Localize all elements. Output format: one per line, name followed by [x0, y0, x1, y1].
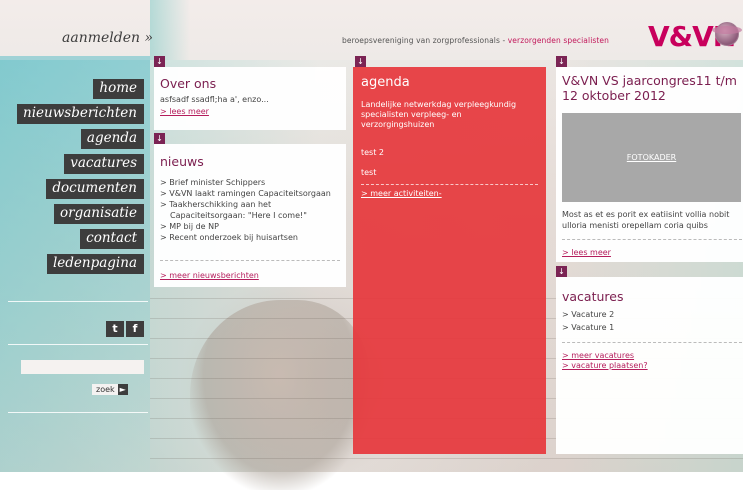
- sidebar-divider: [8, 412, 148, 413]
- congres-body-line: ulloria menisti orepellam coria quibs: [562, 221, 708, 230]
- list-item[interactable]: > MP bij de NP: [160, 221, 344, 232]
- header-accent: [150, 0, 190, 60]
- over-ons-title: Over ons: [160, 76, 217, 91]
- tagline-accent: verzorgenden specialisten: [507, 36, 609, 45]
- agenda-item-line: Landelijke netwerkdag verpleegkundig: [361, 100, 517, 109]
- agenda-item[interactable]: Landelijke netwerkdag verpleegkundig spe…: [361, 100, 536, 130]
- agenda-item-line: specialisten verpleeg- en: [361, 110, 462, 119]
- divider: [562, 239, 742, 240]
- congres-title: V&VN VS jaarcongres11 t/m 12 oktober 201…: [562, 73, 742, 103]
- tagline: beroepsvereniging van zorgprofessionals …: [342, 36, 609, 45]
- twitter-icon[interactable]: t: [106, 321, 124, 337]
- nav-ledenpagina[interactable]: ledenpagina: [46, 254, 144, 274]
- logo-globe-icon: [712, 22, 742, 46]
- agenda-panel: agenda Landelijke netwerkdag verpleegkun…: [353, 67, 546, 454]
- search-button[interactable]: zoek ►: [92, 384, 128, 395]
- nav-agenda[interactable]: agenda: [80, 129, 144, 149]
- more-news-link[interactable]: > meer nieuwsberichten: [160, 271, 259, 280]
- nav-nieuwsberichten[interactable]: nieuwsberichten: [17, 104, 144, 124]
- sidebar-divider: [8, 301, 148, 302]
- nieuws-panel: nieuws > Brief minister Schippers > V&VN…: [154, 144, 346, 287]
- congres-body: Most as et es porit ex eatiisint vollia …: [562, 209, 742, 231]
- divider: [562, 342, 742, 343]
- congres-body-line: Most as et es porit ex eatiisint vollia …: [562, 210, 730, 219]
- nav-organisatie[interactable]: organisatie: [54, 204, 144, 224]
- over-ons-panel: Over ons asfsadf ssadfl;ha a', enzo... >…: [154, 67, 346, 130]
- search-button-label: zoek: [96, 385, 115, 394]
- list-item[interactable]: > V&VN laakt ramingen Capaciteitsorgaan: [160, 188, 344, 199]
- congres-read-more-link[interactable]: > lees meer: [562, 248, 611, 257]
- arrow-down-icon: ↓: [556, 56, 567, 67]
- list-item[interactable]: > Brief minister Schippers: [160, 177, 344, 188]
- header-bar: aanmelden » beroepsvereniging van zorgpr…: [0, 0, 743, 60]
- vacatures-title: vacatures: [562, 289, 624, 304]
- arrow-down-icon: ↓: [154, 56, 165, 67]
- list-item[interactable]: > Vacature 1: [562, 321, 614, 334]
- list-item[interactable]: > Vacature 2: [562, 308, 614, 321]
- more-activities-link[interactable]: > meer activiteiten-: [361, 189, 536, 199]
- nav-vacatures[interactable]: vacatures: [64, 154, 144, 174]
- agenda-title: agenda: [361, 75, 410, 90]
- divider: [361, 184, 538, 185]
- social-links: t f: [106, 321, 144, 337]
- arrow-down-icon: ↓: [556, 266, 567, 277]
- sidebar: home nieuwsberichten agenda vacatures do…: [0, 56, 150, 472]
- arrow-right-icon: ►: [117, 384, 128, 395]
- arrow-down-icon: ↓: [154, 133, 165, 144]
- nieuws-list: > Brief minister Schippers > V&VN laakt …: [160, 177, 344, 243]
- nav-documenten[interactable]: documenten: [46, 179, 144, 199]
- post-vacancy-link[interactable]: > vacature plaatsen?: [562, 361, 648, 370]
- tagline-main: beroepsvereniging van zorgprofessionals …: [342, 36, 508, 45]
- agenda-item-line: verzorgingshuizen: [361, 120, 435, 129]
- agenda-item[interactable]: test: [361, 168, 536, 178]
- nav-contact[interactable]: contact: [80, 229, 144, 249]
- more-vacancies-link[interactable]: > meer vacatures: [562, 351, 634, 360]
- sidebar-divider: [8, 344, 148, 345]
- main-nav: home nieuwsberichten agenda vacatures do…: [17, 79, 144, 279]
- over-ons-body: asfsadf ssadfl;ha a', enzo...: [160, 95, 269, 104]
- agenda-item[interactable]: test 2: [361, 148, 536, 158]
- congres-title-line: 12 oktober 2012: [562, 88, 666, 103]
- nav-home[interactable]: home: [93, 79, 144, 99]
- login-link[interactable]: aanmelden »: [62, 30, 153, 46]
- congres-title-line: V&VN VS jaarcongres11 t/m: [562, 73, 737, 88]
- vacatures-list: > Vacature 2 > Vacature 1: [562, 308, 614, 334]
- list-item[interactable]: > Recent onderzoek bij huisartsen: [160, 232, 344, 243]
- arrow-down-icon: ↓: [355, 56, 366, 67]
- list-item[interactable]: Capaciteitsorgaan: "Here I come!": [160, 210, 344, 221]
- divider: [160, 260, 340, 261]
- facebook-icon[interactable]: f: [126, 321, 144, 337]
- search-input[interactable]: [21, 360, 144, 374]
- list-item[interactable]: > Taakherschikking aan het: [160, 199, 344, 210]
- photo-placeholder[interactable]: FOTOKADER: [562, 113, 741, 202]
- vacatures-panel: vacatures > Vacature 2 > Vacature 1 > me…: [556, 277, 743, 454]
- nieuws-title: nieuws: [160, 154, 204, 169]
- over-ons-read-more-link[interactable]: > lees meer: [160, 107, 209, 116]
